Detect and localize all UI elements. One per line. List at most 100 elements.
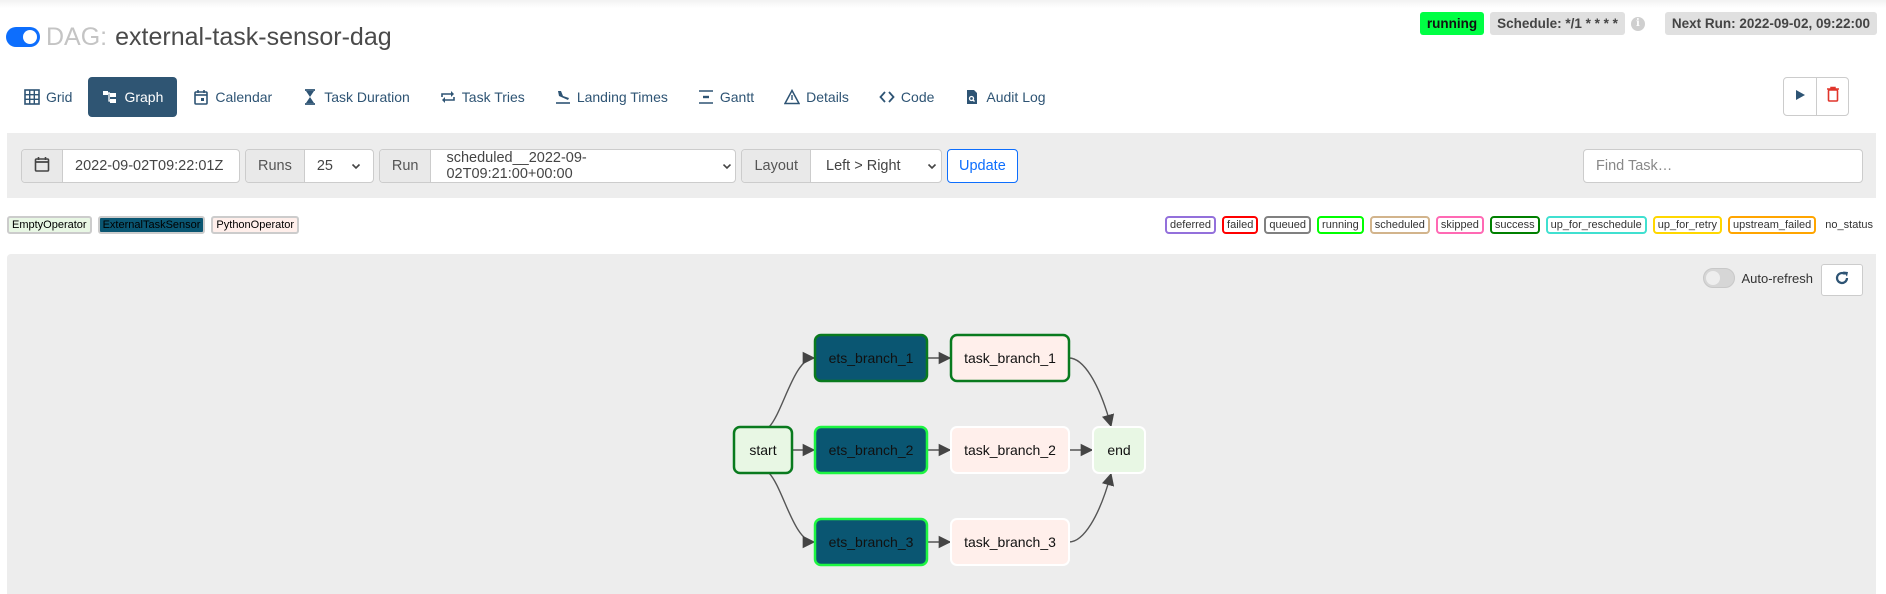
task-node-label: task_branch_2: [964, 442, 1056, 458]
base-date-input[interactable]: 2022-09-02T09:22:01Z: [63, 150, 239, 182]
layout-label: Layout: [742, 150, 812, 182]
operator-legend: EmptyOperator ExternalTaskSensor PythonOpe…: [7, 216, 300, 234]
tab-gantt[interactable]: Gantt: [684, 77, 768, 117]
hourglass-icon: [302, 89, 318, 105]
state-legend-upstream-failed[interactable]: upstream_failed: [1728, 216, 1817, 234]
chevron-down-icon: [351, 163, 360, 170]
info-icon[interactable]: i: [1630, 16, 1645, 31]
state-legend-up-for-reschedule[interactable]: up_for_reschedule: [1545, 216, 1647, 234]
runs-select[interactable]: 25: [305, 150, 373, 182]
tab-task-tries[interactable]: Task Tries: [426, 77, 539, 117]
tab-code[interactable]: Code: [865, 77, 948, 117]
state-legend-up-for-retry[interactable]: up_for_retry: [1652, 216, 1723, 234]
run-value: scheduled__2022-09-02T09:21:00+00:00: [446, 150, 587, 182]
auto-refresh-switch[interactable]: [1703, 268, 1736, 288]
tab-label: Audit Log: [986, 89, 1046, 105]
tab-label: Grid: [46, 89, 73, 105]
tab-label: Task Duration: [324, 89, 410, 105]
dag-prefix: DAG:: [46, 22, 108, 51]
tab-label: Calendar: [215, 89, 273, 105]
operator-legend-item: EmptyOperator: [7, 216, 92, 234]
warning-triangle-icon: [784, 89, 801, 105]
base-date-group: 2022-09-02T09:22:01Z: [21, 149, 240, 183]
grid-icon: [24, 89, 40, 105]
runs-group: Runs 25: [245, 149, 374, 183]
task-node-end[interactable]: end: [1092, 426, 1146, 474]
tab-label: Landing Times: [576, 89, 668, 105]
tab-grid[interactable]: Grid: [10, 77, 86, 117]
task-node-label: start: [749, 442, 776, 458]
gantt-icon: [698, 89, 714, 105]
task-node-ets-branch-2[interactable]: ets_branch_2: [813, 425, 929, 475]
tab-label: Task Tries: [461, 89, 525, 105]
layout-select[interactable]: Left > Right: [811, 150, 941, 182]
tab-label: Details: [806, 89, 849, 105]
state-legend-deferred[interactable]: deferred: [1165, 216, 1217, 234]
operator-legend-item: PythonOperator: [211, 216, 300, 234]
auto-refresh-toggle[interactable]: Auto-refresh: [1703, 268, 1813, 288]
code-icon: [879, 89, 895, 105]
task-node-label: task_branch_3: [964, 534, 1056, 550]
tab-label: Gantt: [719, 89, 755, 105]
edge-start-to-ets_branch_3: [768, 472, 816, 549]
refresh-icon: [1834, 270, 1850, 291]
dag-header: DAG: external-task-sensor-dag: [6, 20, 392, 54]
graph-canvas[interactable]: start ets_branch_1 ets_branch_2 ets_branch_…: [7, 254, 1876, 594]
chevron-down-icon: [927, 163, 937, 170]
trigger-dag-button[interactable]: [1784, 78, 1816, 115]
state-legend-skipped[interactable]: skipped: [1435, 216, 1484, 234]
dag-state-badge: running: [1419, 12, 1485, 35]
task-node-task-branch-1[interactable]: task_branch_1: [949, 333, 1071, 383]
state-legend-queued[interactable]: queued: [1264, 216, 1312, 234]
operator-legend-item: ExternalTaskSensor: [97, 216, 206, 234]
tab-graph[interactable]: Graph: [88, 77, 178, 117]
run-select[interactable]: scheduled__2022-09-02T09:21:00+00:00: [431, 150, 735, 182]
refresh-button[interactable]: [1821, 264, 1863, 296]
state-legend-running[interactable]: running: [1317, 216, 1364, 234]
tab-calendar[interactable]: Calendar: [179, 77, 286, 117]
pause-toggle[interactable]: [6, 27, 40, 47]
auto-refresh-label: Auto-refresh: [1741, 270, 1813, 286]
trash-icon: [1826, 86, 1840, 107]
edge-task_branch_3-to-end: [1068, 472, 1115, 543]
schedule-badge: Schedule: */1 * * * *: [1490, 12, 1625, 35]
dag-actions: [1783, 77, 1849, 116]
calendar-icon: [34, 156, 50, 176]
state-legend-success[interactable]: success: [1489, 216, 1540, 234]
tab-audit-log[interactable]: Audit Log: [950, 77, 1059, 117]
update-button[interactable]: Update: [947, 149, 1018, 183]
top-shadow: [0, 0, 1886, 8]
edge-task_branch_1-to-end: [1068, 357, 1115, 428]
play-icon: [1794, 88, 1806, 106]
dag-view-tabs: Grid Graph Calendar Task Duration Task T…: [10, 77, 1062, 117]
task-node-start[interactable]: start: [732, 425, 794, 475]
state-legend-scheduled[interactable]: scheduled: [1369, 216, 1430, 234]
task-node-label: ets_branch_2: [829, 442, 914, 458]
task-node-ets-branch-1[interactable]: ets_branch_1: [813, 333, 929, 383]
tab-task-duration[interactable]: Task Duration: [288, 77, 424, 117]
dag-title: external-task-sensor-dag: [115, 22, 392, 51]
task-node-task-branch-3[interactable]: task_branch_3: [950, 518, 1070, 566]
task-node-label: end: [1107, 442, 1130, 458]
tab-details[interactable]: Details: [770, 77, 863, 117]
task-node-label: ets_branch_3: [829, 534, 914, 550]
plane-landing-icon: [555, 89, 571, 105]
state-legend-no-status[interactable]: no_status: [1822, 216, 1876, 234]
tab-landing-times[interactable]: Landing Times: [541, 77, 682, 117]
task-node-ets-branch-3[interactable]: ets_branch_3: [813, 517, 929, 567]
find-task-input[interactable]: Find Task…: [1583, 149, 1863, 183]
state-legend: deferred failed queued running scheduled skip…: [1165, 216, 1876, 234]
tab-label: Code: [900, 89, 935, 105]
graph-controls: 2022-09-02T09:22:01Z Runs 25 Run schedul…: [7, 133, 1876, 198]
calendar-icon: [193, 89, 209, 105]
dag-status-area: running Schedule: */1 * * * * i Next Run…: [1419, 12, 1877, 35]
task-node-task-branch-2[interactable]: task_branch_2: [950, 426, 1070, 474]
date-picker-button[interactable]: [22, 150, 63, 182]
graph-icon: [102, 89, 118, 105]
run-label: Run: [379, 150, 432, 182]
layout-value: Left > Right: [826, 158, 901, 174]
layout-group: Layout Left > Right: [741, 149, 943, 183]
state-legend-failed[interactable]: failed: [1222, 216, 1259, 234]
delete-dag-button[interactable]: [1816, 78, 1848, 115]
edge-start-to-ets_branch_1: [768, 351, 816, 428]
